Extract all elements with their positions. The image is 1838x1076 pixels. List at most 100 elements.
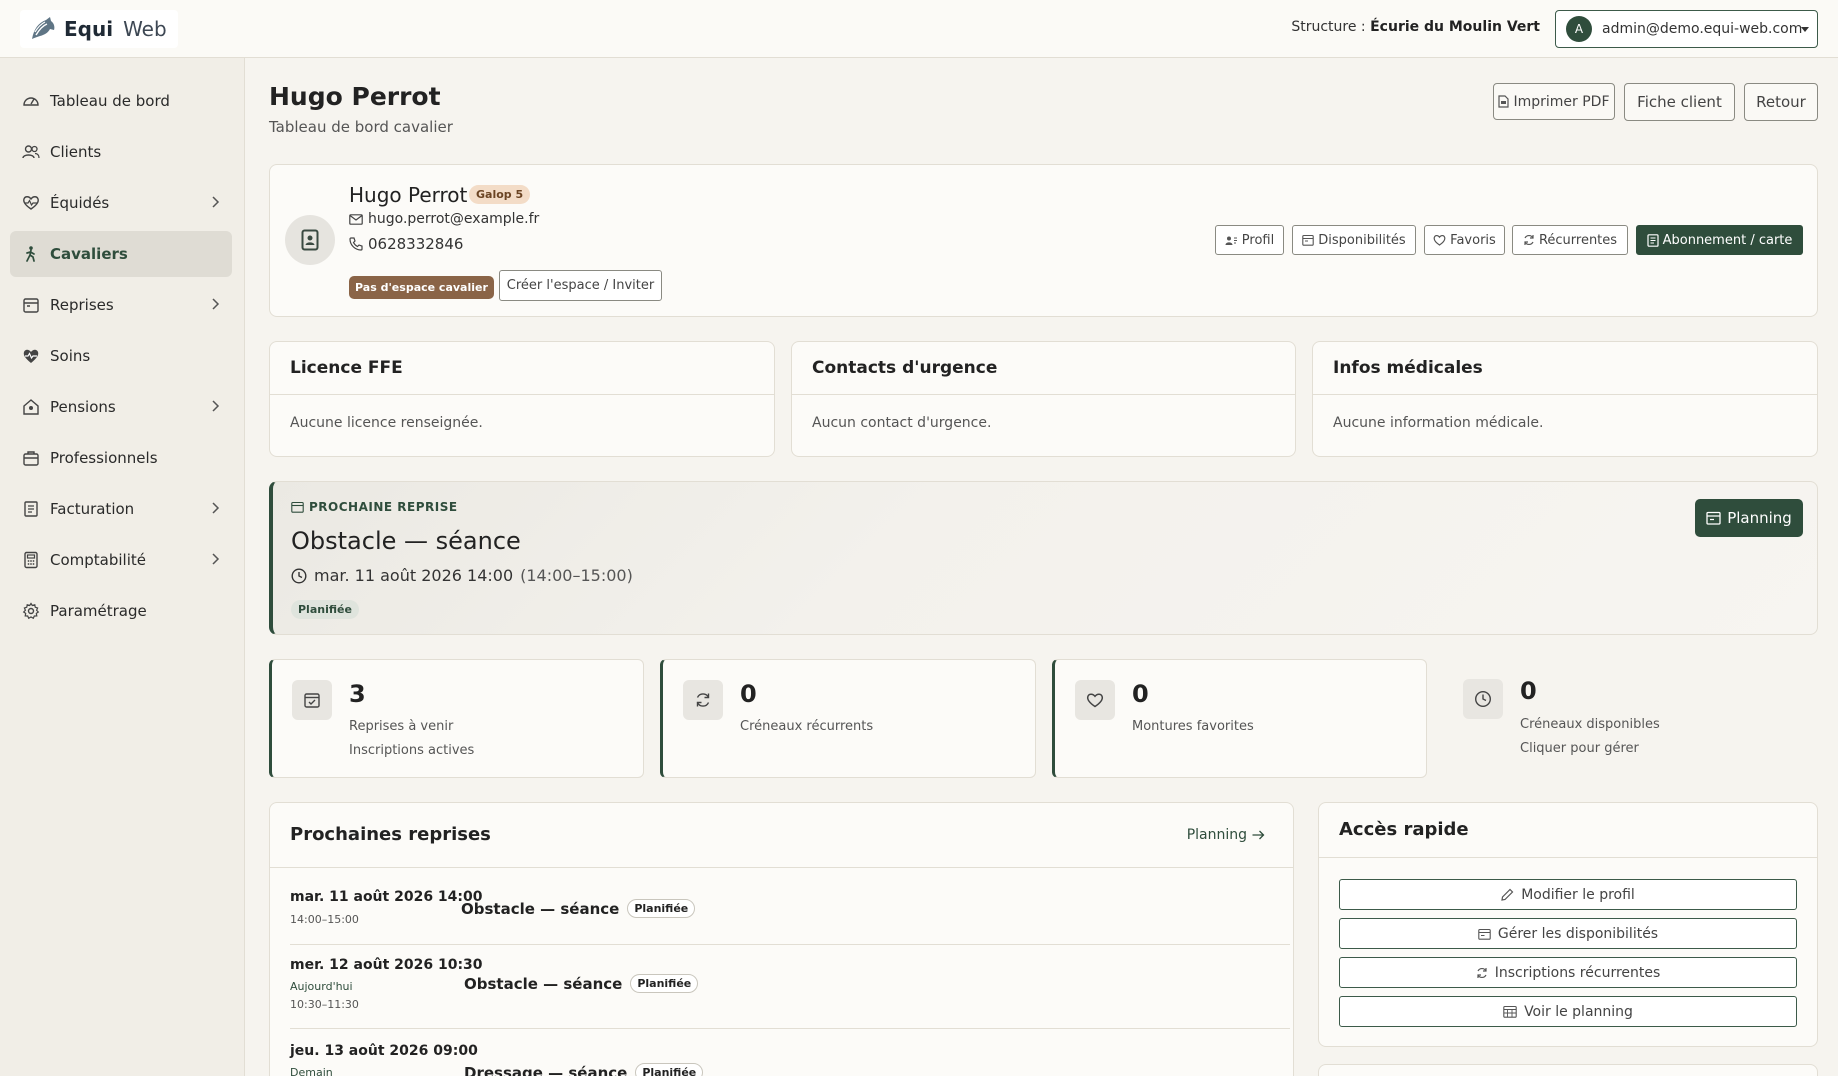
clock-icon xyxy=(1463,679,1503,719)
list-item[interactable]: mer. 12 août 2026 10:30 Aujourd'hui 10:3… xyxy=(290,957,1290,1029)
heart-outline-icon xyxy=(1433,234,1446,246)
user-email: admin@demo.equi-web.com xyxy=(1602,21,1803,37)
pencil-icon xyxy=(1501,888,1514,901)
sidebar-item-equides[interactable]: Équidés xyxy=(10,180,232,226)
rider-name: Hugo Perrot xyxy=(349,183,468,207)
emergency-contacts-body: Aucun contact d'urgence. xyxy=(812,415,992,431)
sidebar-item-label: Clients xyxy=(50,143,102,161)
sidebar-item-label: Équidés xyxy=(50,194,110,212)
chevron-right-icon xyxy=(212,553,220,565)
rider-profile-card: Hugo Perrot Galop 5 hugo.perrot@example.… xyxy=(269,164,1818,317)
sidebar-item-pensions[interactable]: Pensions xyxy=(10,384,232,430)
stat-label: Créneaux récurrents xyxy=(740,719,874,734)
avatar xyxy=(285,215,335,265)
quick-access-card: Accès rapide Modifier le profil Gérer le… xyxy=(1318,802,1818,1047)
back-button[interactable]: Retour xyxy=(1744,83,1818,121)
rider-email-line[interactable]: hugo.perrot@example.fr xyxy=(349,211,539,227)
app-logo[interactable]: Equi Web xyxy=(20,10,178,48)
sidebar-item-professionnels[interactable]: Professionnels xyxy=(10,435,232,481)
row-title: Obstacle — séance Planifiée xyxy=(461,899,696,918)
availability-button[interactable]: Disponibilités xyxy=(1292,225,1416,255)
availability-button-label: Disponibilités xyxy=(1318,232,1406,248)
calendar-icon xyxy=(291,501,304,513)
edit-profile-button[interactable]: Modifier le profil xyxy=(1339,879,1797,910)
stat-recurring-slots[interactable]: 0 Créneaux récurrents xyxy=(660,659,1036,778)
medical-info-body: Aucune information médicale. xyxy=(1333,415,1544,431)
edit-profile-label: Modifier le profil xyxy=(1521,886,1635,903)
rider-icon xyxy=(26,246,35,262)
emergency-contacts-card: Contacts d'urgence Aucun contact d'urgen… xyxy=(791,341,1296,457)
chevron-right-icon xyxy=(212,196,220,208)
row-date: mer. 12 août 2026 10:30 xyxy=(290,957,483,973)
calendar-icon xyxy=(1706,511,1721,525)
user-card-icon xyxy=(1225,236,1237,245)
client-sheet-button[interactable]: Fiche client xyxy=(1624,83,1735,121)
stat-value: 0 xyxy=(740,680,757,708)
stat-favorite-horses[interactable]: 0 Montures favorites xyxy=(1052,659,1427,778)
sidebar-item-reprises[interactable]: Reprises xyxy=(10,282,232,328)
secondary-card-partial xyxy=(1318,1064,1818,1076)
gear-icon xyxy=(22,602,40,620)
invoice-icon xyxy=(24,501,38,517)
sidebar-item-parametrage[interactable]: Paramétrage xyxy=(10,588,232,634)
page-subtitle: Tableau de bord cavalier xyxy=(269,118,453,136)
calendar-check-icon xyxy=(292,680,332,720)
level-badge: Galop 5 xyxy=(469,185,531,204)
next-lesson-title: Obstacle — séance xyxy=(291,527,521,555)
sidebar-item-cavaliers[interactable]: Cavaliers xyxy=(10,231,232,277)
stat-upcoming-lessons[interactable]: 3 Reprises à venir Inscriptions actives xyxy=(269,659,644,778)
print-pdf-button[interactable]: Imprimer PDF xyxy=(1493,83,1615,120)
list-item[interactable]: jeu. 13 août 2026 09:00 Demain Dressage … xyxy=(290,1043,1290,1076)
row-title-text: Dressage — séance xyxy=(464,1063,628,1076)
emergency-contacts-title: Contacts d'urgence xyxy=(792,342,1295,395)
sidebar-item-label: Tableau de bord xyxy=(50,92,170,110)
heart-outline-icon xyxy=(1075,680,1115,720)
horse-logo-icon xyxy=(32,17,55,39)
recurring-registrations-button[interactable]: Inscriptions récurrentes xyxy=(1339,957,1797,988)
planning-button[interactable]: Planning xyxy=(1695,499,1803,537)
row-date: jeu. 13 août 2026 09:00 xyxy=(290,1043,478,1059)
list-item[interactable]: mar. 11 août 2026 14:00 14:00–15:00 Obst… xyxy=(290,889,1290,945)
favorites-button-label: Favoris xyxy=(1450,232,1496,248)
briefcase-icon xyxy=(23,451,39,466)
manage-availability-label: Gérer les disponibilités xyxy=(1497,925,1659,942)
upcoming-lessons-card: Prochaines reprises Planning mar. 11 aoû… xyxy=(269,802,1294,1076)
sidebar-item-comptabilite[interactable]: Comptabilité xyxy=(10,537,232,583)
quick-access-title: Accès rapide xyxy=(1319,803,1817,858)
rider-phone-line[interactable]: 0628332846 xyxy=(349,235,463,253)
row-relative: Demain xyxy=(290,1066,333,1076)
file-pdf-icon xyxy=(1498,95,1510,108)
caret-down-icon xyxy=(1801,27,1809,32)
back-label: Retour xyxy=(1756,93,1806,111)
subscription-card-button[interactable]: Abonnement / carte xyxy=(1636,225,1803,255)
stat-label-sub: Inscriptions actives xyxy=(349,743,475,758)
sidebar-item-facturation[interactable]: Facturation xyxy=(10,486,232,532)
stat-label: Montures favorites xyxy=(1132,719,1254,734)
mail-icon xyxy=(349,213,363,225)
licence-card-body: Aucune licence renseignée. xyxy=(290,415,483,431)
stat-available-slots[interactable]: 0 Créneaux disponibles Cliquer pour gére… xyxy=(1443,659,1818,778)
sidebar-item-clients[interactable]: Clients xyxy=(10,129,232,175)
profile-button-label: Profil xyxy=(1241,232,1275,248)
structure-label: Structure : xyxy=(1291,19,1366,35)
stat-label: Reprises à venir Inscriptions actives xyxy=(349,715,474,763)
sidebar-item-soins[interactable]: Soins xyxy=(10,333,232,379)
user-menu-dropdown[interactable]: A admin@demo.equi-web.com xyxy=(1555,10,1818,48)
upcoming-lessons-title: Prochaines reprises xyxy=(290,824,491,845)
favorites-button[interactable]: Favoris xyxy=(1424,225,1505,255)
row-title-text: Obstacle — séance xyxy=(461,899,620,918)
avatar: A xyxy=(1566,16,1592,42)
view-planning-button[interactable]: Voir le planning xyxy=(1339,996,1797,1027)
manage-availability-button[interactable]: Gérer les disponibilités xyxy=(1339,918,1797,949)
house-icon xyxy=(23,399,39,415)
licence-card: Licence FFE Aucune licence renseignée. xyxy=(269,341,775,457)
sidebar-item-tableau-de-bord[interactable]: Tableau de bord xyxy=(10,78,232,124)
planning-link[interactable]: Planning xyxy=(1187,827,1265,843)
recurring-button[interactable]: Récurrentes xyxy=(1512,225,1628,255)
calendar-icon xyxy=(1302,234,1315,246)
medical-info-title: Infos médicales xyxy=(1313,342,1817,395)
create-space-invite-button[interactable]: Créer l'espace / Inviter xyxy=(499,270,662,301)
profile-button[interactable]: Profil xyxy=(1215,225,1284,255)
id-badge-icon xyxy=(301,229,319,251)
page-title: Hugo Perrot xyxy=(269,82,441,111)
